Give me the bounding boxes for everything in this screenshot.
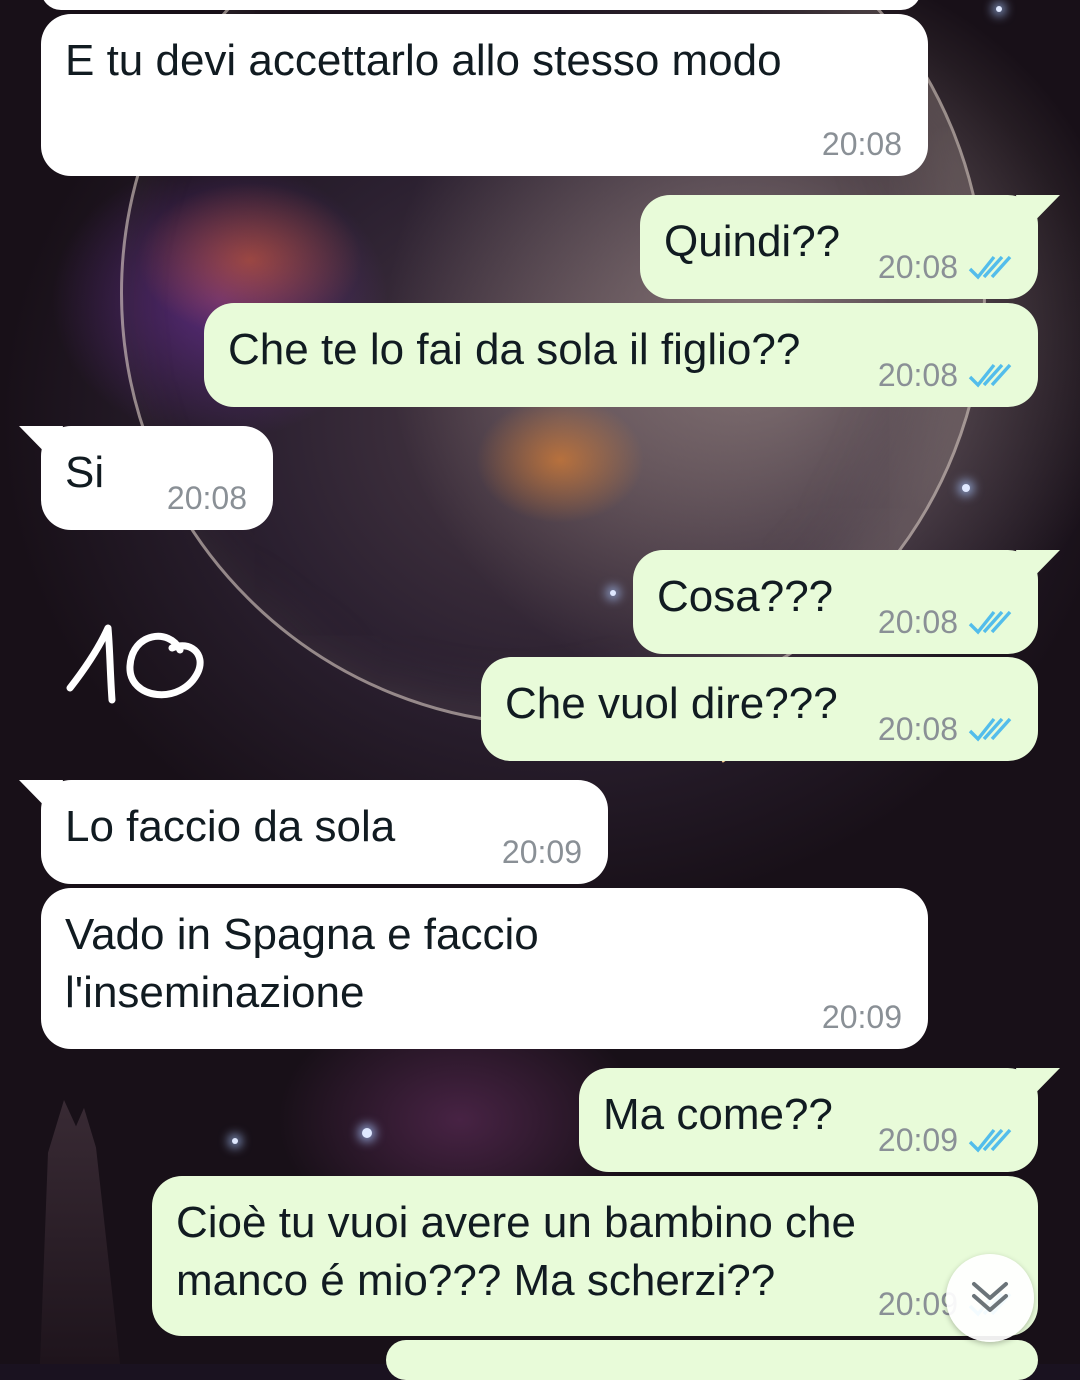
message-text-line: Cioè tu vuoi avere un bambino che	[176, 1198, 856, 1247]
star	[610, 590, 616, 596]
message-time: 20:09	[821, 999, 902, 1035]
message-time: 20:08	[821, 126, 902, 162]
handwritten-annotation	[66, 624, 204, 704]
message-meta: 20:08	[878, 247, 1014, 287]
double-check-icon	[968, 255, 1012, 280]
message-bubble-outgoing[interactable]: Che vuol dire??? 20:08	[481, 657, 1038, 761]
message-bubble-outgoing[interactable]: Ma come?? 20:09	[579, 1068, 1060, 1172]
message-bubble-outgoing[interactable]: Cioè tu vuoi avere un bambino che manco …	[152, 1176, 1038, 1336]
double-check-icon	[968, 610, 1012, 635]
double-check-icon	[968, 717, 1012, 742]
message-time: 20:08	[877, 604, 958, 640]
message-bubble-incoming[interactable]: Vado in Spagna e faccio l'inseminazione …	[41, 888, 928, 1049]
message-time: 20:09	[877, 1122, 958, 1158]
star	[232, 1138, 238, 1144]
star	[996, 6, 1002, 12]
message-bubble-incoming[interactable]: E tu devi accettarlo allo stesso modo 20…	[41, 14, 928, 176]
scroll-to-bottom-button[interactable]	[946, 1254, 1034, 1342]
message-meta: 20:08	[878, 355, 1014, 395]
message-time: 20:09	[501, 834, 582, 870]
message-time: 20:08	[877, 711, 958, 747]
message-text-line: Vado in Spagna e faccio	[65, 910, 539, 959]
message-bubble-partial	[41, 0, 921, 10]
star	[962, 484, 970, 492]
message-bubble-incoming[interactable]: Lo faccio da sola 20:09	[19, 780, 608, 884]
message-text: E tu devi accettarlo allo stesso modo	[65, 36, 782, 85]
message-text-line: l'inseminazione	[65, 968, 365, 1017]
message-bubble-outgoing[interactable]: Quindi?? 20:08	[640, 195, 1060, 299]
message-meta: 20:08	[878, 709, 1014, 749]
message-time: 20:08	[877, 357, 958, 393]
message-bubble-partial	[386, 1340, 1038, 1380]
star	[362, 1128, 372, 1138]
message-time: 20:08	[877, 249, 958, 285]
double-check-icon	[968, 1128, 1012, 1153]
message-bubble-outgoing[interactable]: Cosa??? 20:08	[633, 550, 1060, 654]
rock-spire	[40, 1100, 120, 1364]
chevron-down-icon	[972, 1282, 1008, 1312]
message-bubble-incoming[interactable]: Si 20:08	[19, 426, 273, 530]
message-bubble-outgoing[interactable]: Che te lo fai da sola il figlio?? 20:08	[204, 303, 1038, 407]
double-check-icon	[968, 363, 1012, 388]
message-meta: 20:08	[878, 602, 1014, 642]
message-time: 20:08	[166, 480, 247, 516]
message-meta: 20:09	[878, 1120, 1014, 1160]
